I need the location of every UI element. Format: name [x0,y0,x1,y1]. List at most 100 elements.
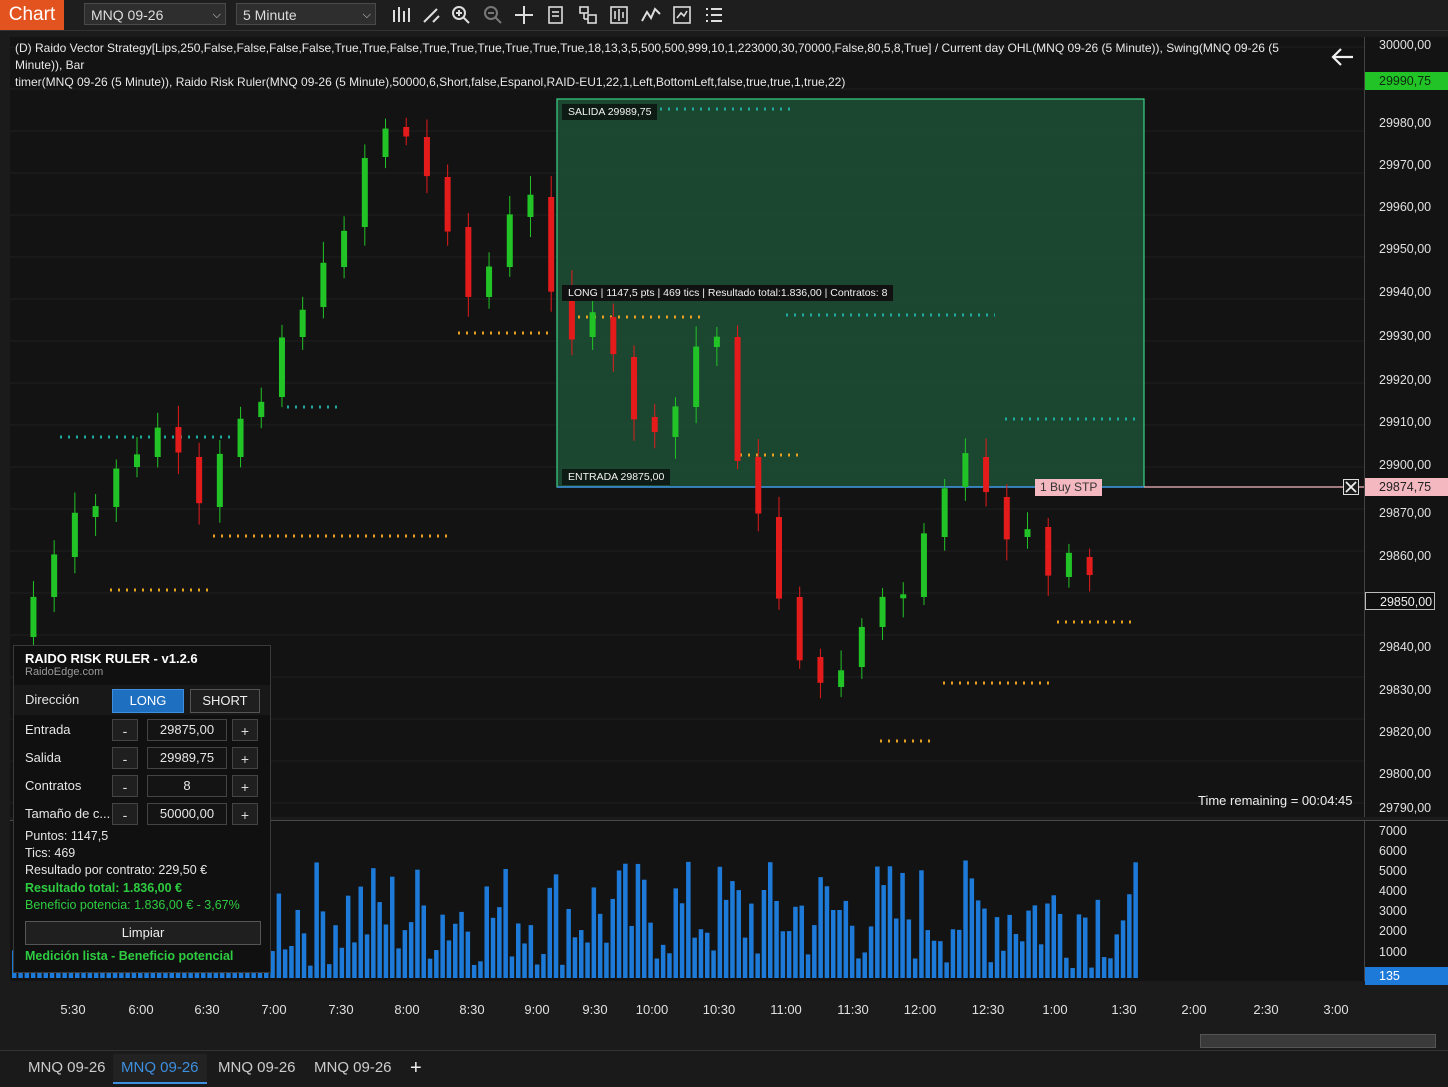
candle-body [51,554,58,597]
candle-body [30,596,37,637]
crosshair-icon[interactable] [513,4,535,26]
instrument-selector[interactable]: MNQ 09-26 ⌵ [84,3,226,25]
candle-body [444,177,451,232]
contratos-increment-button[interactable]: + [232,775,258,797]
volume-bar [812,925,817,978]
properties-icon[interactable] [671,4,693,26]
chart-window-tab[interactable]: Chart [0,0,64,30]
volume-bar [490,917,496,978]
zoom-out-icon[interactable] [482,4,504,26]
clear-button[interactable]: Limpiar [25,921,261,945]
price-axis-label: 29840,00 [1379,640,1432,654]
salida-increment-button[interactable]: + [232,747,258,769]
risk-panel-site[interactable]: RaidoEdge.com [25,666,103,678]
volume-bar [377,902,382,978]
volume-bar [944,962,949,978]
volume-bar [352,942,357,978]
add-tab-button[interactable]: + [402,1054,430,1082]
bar-type-icon[interactable] [390,4,412,26]
price-axis-label: 29980,00 [1379,116,1432,130]
tab-instrument[interactable]: MNQ 09-26 [20,1054,114,1082]
candle-body [506,214,513,267]
salida-input[interactable]: 29989,75 [147,747,227,769]
volume-bar [282,949,288,978]
volume-bar [686,861,691,978]
candle-body [1065,552,1072,577]
volume-bar [818,877,823,978]
drawing-tools-icon[interactable] [420,4,442,26]
candle-body [548,197,555,292]
interval-selector[interactable]: 5 Minute ⌵ [236,3,376,25]
buy-stop-order-marker[interactable]: 1 Buy STP [1035,479,1103,496]
time-axis-label: 1:00 [1042,1002,1068,1017]
volume-bar [994,917,1000,978]
candle-body [693,346,700,407]
price-axis-label: 29800,00 [1379,767,1432,781]
volume-bar [553,874,559,978]
short-button[interactable]: SHORT [190,689,260,713]
salida-decrement-button[interactable]: - [112,747,138,769]
volume-axis[interactable]: 7000 6000 5000 4000 3000 2000 1000 135 [1364,820,1448,985]
volume-bar [383,924,389,978]
indicator-line: timer(MNQ 09-26 (5 Minute)), Raido Risk … [15,75,846,89]
account-size-input[interactable]: 50000,00 [147,803,227,825]
time-axis-label: 11:30 [837,1002,869,1017]
price-axis[interactable]: 30000,00 29980,00 29970,00 29960,00 2995… [1364,37,1448,817]
candle-body [237,418,244,457]
price-axis-label: 29820,00 [1379,725,1432,739]
candle-body [713,336,720,347]
entrada-input[interactable]: 29875,00 [147,719,227,741]
tab-instrument[interactable]: MNQ 09-26 [210,1054,304,1082]
volume-bar [875,866,880,978]
volume-bar [1083,917,1088,978]
contratos-input[interactable]: 8 [147,775,227,797]
volume-bar [912,958,918,978]
tab-instrument[interactable]: MNQ 09-26 [306,1054,400,1082]
volume-bar [906,919,912,978]
strategy-icon[interactable] [577,4,599,26]
indicators-icon[interactable] [640,4,662,26]
volume-bar [692,937,697,978]
volume-bar [831,909,836,978]
time-axis-label: 10:30 [702,1002,736,1017]
contratos-decrement-button[interactable]: - [112,775,138,797]
data-box-icon[interactable] [545,4,567,26]
entrada-increment-button[interactable]: + [232,719,258,741]
volume-bar [547,887,552,978]
candle-body [589,312,596,337]
volume-bar [516,923,521,978]
volume-bar [925,930,930,978]
long-button[interactable]: LONG [112,689,184,713]
volume-bar [1076,914,1082,978]
zoom-in-icon[interactable] [450,4,472,26]
volume-bar [730,881,735,978]
volume-bar [774,900,779,978]
price-axis-label: 29930,00 [1379,329,1432,343]
arrow-left-icon[interactable] [1330,46,1356,68]
price-axis-label: 29970,00 [1379,158,1432,172]
candle-body [154,427,161,457]
account-size-increment-button[interactable]: + [232,803,258,825]
tab-instrument-active[interactable]: MNQ 09-26 [113,1054,207,1084]
time-remaining-label: Time remaining = 00:04:45 [1198,793,1353,808]
volume-bar [673,888,678,978]
close-order-icon[interactable] [1343,479,1359,495]
entrada-decrement-button[interactable]: - [112,719,138,741]
account-size-decrement-button[interactable]: - [112,803,138,825]
list-icon[interactable] [703,4,725,26]
time-axis-label: 2:00 [1181,1002,1207,1017]
volume-bar [862,952,867,978]
candle-body [92,506,99,517]
volume-bar [591,887,597,978]
volume-bar [742,937,748,978]
volume-axis-label: 1000 [1379,945,1407,959]
volume-bar [799,905,804,978]
volume-bar [780,931,786,978]
volume-bar [604,942,609,978]
time-axis-label: 11:00 [770,1002,802,1017]
time-axis[interactable]: 5:30 6:00 6:30 7:00 7:30 8:00 8:30 9:00 … [10,994,1364,1024]
horizontal-scrollbar[interactable] [1200,1034,1436,1048]
time-axis-label: 9:00 [524,1002,550,1017]
chart-trader-icon[interactable] [608,4,630,26]
price-axis-label: 29940,00 [1379,285,1432,299]
